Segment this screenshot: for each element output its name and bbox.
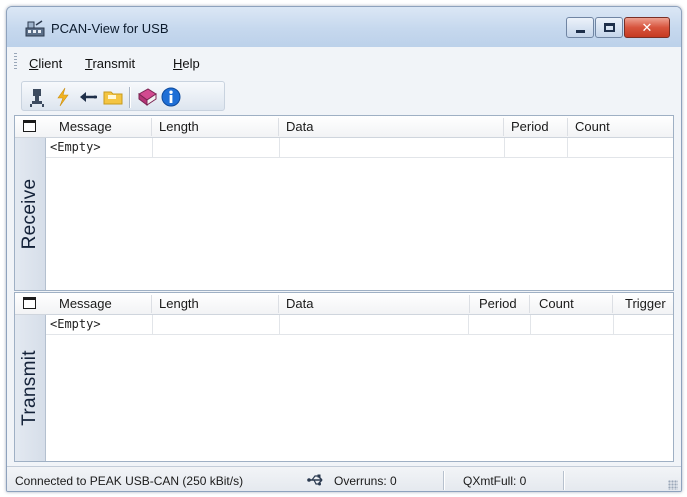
receive-col-period[interactable]: Period — [505, 116, 549, 138]
receive-cell-count — [568, 138, 681, 158]
status-separator — [563, 471, 564, 490]
close-button[interactable]: ✕ — [624, 17, 670, 38]
transmit-cell-period — [469, 315, 531, 335]
receive-col-message[interactable]: Message — [53, 116, 112, 138]
transmit-col-period[interactable]: Period — [473, 293, 517, 315]
receive-col-length[interactable]: Length — [153, 116, 199, 138]
transmit-cell-length — [153, 315, 280, 335]
transmit-cell-message: <Empty> — [46, 315, 153, 335]
disconnect-icon[interactable] — [52, 86, 74, 108]
manual-icon[interactable] — [136, 86, 158, 108]
column-separator — [278, 295, 279, 313]
menu-transmit[interactable]: Transmit — [85, 56, 135, 71]
column-separator — [151, 118, 152, 136]
column-separator — [612, 295, 613, 313]
app-window: PCAN-View for USB ✕ Client Transmit Help — [6, 6, 682, 492]
maximize-icon — [604, 23, 615, 32]
empty-placeholder: <Empty> — [50, 140, 101, 154]
receive-label: Receive — [19, 178, 40, 250]
receive-cell-length — [153, 138, 280, 158]
column-separator — [151, 295, 152, 313]
transmit-col-length[interactable]: Length — [153, 293, 199, 315]
connection-status: Connected to PEAK USB-CAN (250 kBit/s) — [15, 474, 244, 488]
transmit-side-tab: Transmit — [15, 315, 46, 461]
minimize-icon — [576, 30, 585, 33]
transmit-col-count[interactable]: Count — [533, 293, 574, 315]
column-separator — [278, 118, 279, 136]
transmit-panel: Message Length Data Period Count Trigger… — [14, 292, 674, 462]
column-separator — [469, 295, 470, 313]
empty-placeholder: <Empty> — [50, 317, 101, 331]
menu-grip — [14, 53, 17, 71]
resize-grip[interactable] — [668, 480, 678, 490]
maximize-button[interactable] — [595, 17, 623, 38]
title-bar[interactable]: PCAN-View for USB ✕ — [7, 7, 681, 47]
transmit-header: Message Length Data Period Count Trigger — [15, 293, 673, 315]
minimize-button[interactable] — [566, 17, 594, 38]
transmit-cell-trigger — [614, 315, 675, 335]
toolbar — [7, 79, 681, 113]
open-folder-icon[interactable] — [102, 86, 124, 108]
receive-col-count[interactable]: Count — [569, 116, 610, 138]
menu-help[interactable]: Help — [173, 56, 200, 71]
window-toggle-icon[interactable] — [23, 297, 36, 309]
window-toggle-icon[interactable] — [23, 120, 36, 132]
transmit-col-data[interactable]: Data — [280, 293, 313, 315]
qxmtfull-count: QXmtFull: 0 — [463, 474, 527, 488]
receive-side-tab: Receive — [15, 138, 46, 290]
table-row[interactable]: <Empty> — [46, 138, 673, 158]
menu-client[interactable]: Client — [29, 56, 62, 71]
connect-icon[interactable] — [27, 86, 49, 108]
table-row[interactable]: <Empty> — [46, 315, 673, 335]
status-bar: Connected to PEAK USB-CAN (250 kBit/s) O… — [7, 466, 681, 491]
receive-header: Message Length Data Period Count — [15, 116, 673, 138]
usb-icon — [307, 474, 323, 486]
toolbar-strip — [21, 81, 225, 111]
pcan-app-icon — [25, 20, 45, 37]
window-title: PCAN-View for USB — [51, 21, 169, 36]
column-separator — [567, 118, 568, 136]
overruns-count: Overruns: 0 — [334, 474, 397, 488]
transmit-col-trigger[interactable]: Trigger — [619, 293, 666, 315]
about-icon[interactable] — [160, 86, 182, 108]
receive-col-data[interactable]: Data — [280, 116, 313, 138]
transmit-cell-data — [280, 315, 469, 335]
transmit-label: Transmit — [19, 350, 40, 426]
import-icon[interactable] — [77, 86, 99, 108]
receive-cell-period — [505, 138, 568, 158]
transmit-cell-count — [531, 315, 614, 335]
column-separator — [503, 118, 504, 136]
status-separator — [443, 471, 444, 490]
close-icon: ✕ — [641, 20, 653, 35]
receive-panel: Message Length Data Period Count Receive… — [14, 115, 674, 291]
toolbar-separator — [129, 87, 130, 108]
menu-bar: Client Transmit Help — [7, 47, 681, 79]
column-separator — [529, 295, 530, 313]
transmit-col-message[interactable]: Message — [53, 293, 112, 315]
receive-cell-message: <Empty> — [46, 138, 153, 158]
receive-cell-data — [280, 138, 505, 158]
